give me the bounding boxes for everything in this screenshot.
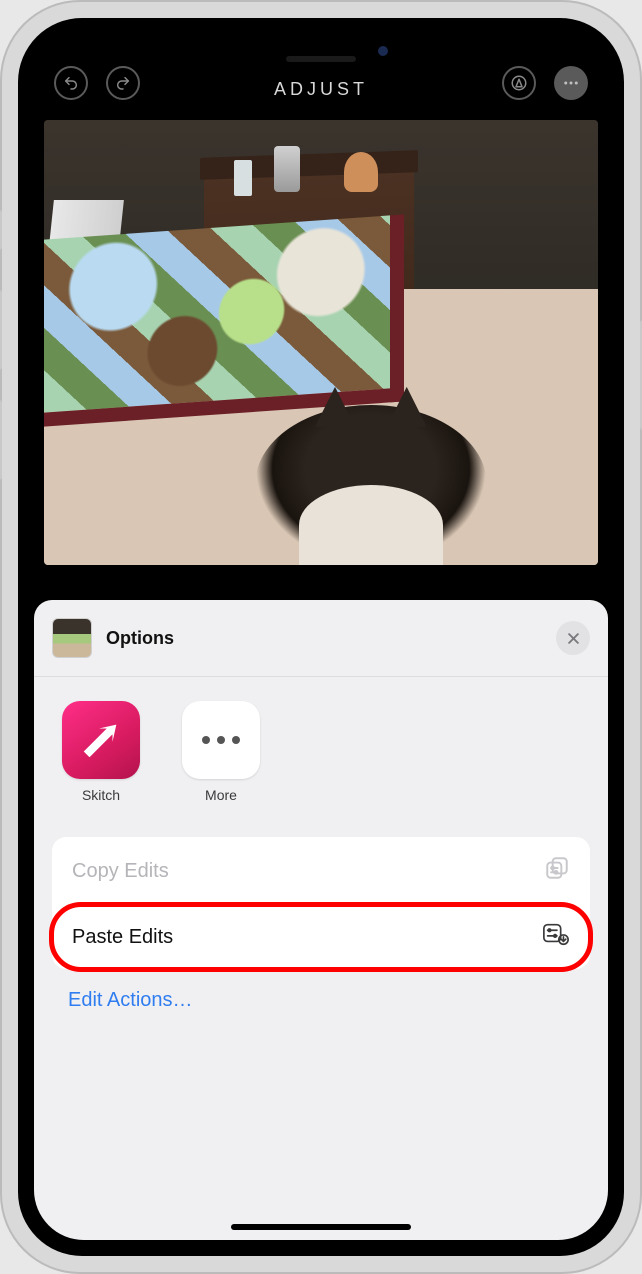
app-label: More	[205, 787, 237, 803]
device-frame: ADJUST	[0, 0, 642, 1274]
share-app-more[interactable]: More	[178, 701, 264, 803]
redo-button[interactable]	[106, 66, 140, 100]
ringer-switch	[0, 210, 2, 250]
markup-button[interactable]	[502, 66, 536, 100]
paste-edits-icon	[542, 922, 570, 952]
ellipsis-icon	[562, 74, 580, 92]
photo-thumbnail[interactable]	[52, 618, 92, 658]
notch	[206, 34, 436, 68]
sheet-title: Options	[106, 628, 542, 649]
edit-mode-title: ADJUST	[140, 79, 502, 100]
photo-preview[interactable]	[44, 120, 598, 565]
redo-icon	[115, 75, 131, 91]
paste-edits-row[interactable]: Paste Edits	[49, 902, 593, 972]
device-bezel: ADJUST	[18, 18, 624, 1256]
undo-button[interactable]	[54, 66, 88, 100]
skitch-icon	[62, 701, 140, 779]
front-camera	[378, 46, 388, 56]
app-label: Skitch	[82, 787, 120, 803]
ellipsis-icon	[202, 736, 240, 744]
action-label: Paste Edits	[72, 926, 173, 949]
volume-down-button	[0, 400, 2, 480]
more-button[interactable]	[554, 66, 588, 100]
volume-up-button	[0, 290, 2, 370]
close-icon	[566, 631, 581, 646]
photo-bg-lamp	[344, 152, 378, 192]
actions-list: Copy Edits Paste Edits	[52, 837, 590, 969]
photo-bg-vase	[234, 160, 252, 196]
home-indicator[interactable]	[231, 1224, 411, 1230]
edit-actions-link[interactable]: Edit Actions…	[34, 969, 608, 1032]
markup-icon	[510, 74, 528, 92]
copy-edits-row: Copy Edits	[52, 837, 590, 905]
photo-subject-cat-chest	[299, 485, 443, 565]
photo-bg-cup	[274, 146, 300, 192]
action-label: Copy Edits	[72, 860, 169, 883]
share-apps-row: Skitch More	[34, 677, 608, 819]
undo-icon	[63, 75, 79, 91]
share-app-skitch[interactable]: Skitch	[58, 701, 144, 803]
photo-bg-quilt	[44, 214, 404, 426]
more-apps-icon	[182, 701, 260, 779]
copy-edits-icon	[544, 855, 570, 887]
skitch-arrow-icon	[78, 717, 124, 763]
close-sheet-button[interactable]	[556, 621, 590, 655]
speaker-grill	[286, 56, 356, 62]
share-sheet: Options Skitch	[34, 600, 608, 1240]
sheet-header: Options	[34, 600, 608, 677]
screen: ADJUST	[34, 34, 608, 1240]
